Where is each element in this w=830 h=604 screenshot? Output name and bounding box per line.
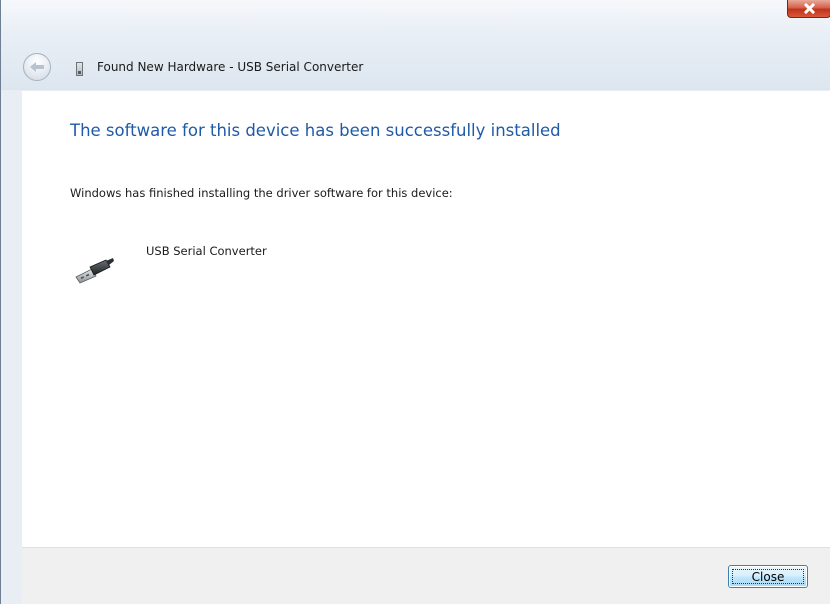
status-message: Windows has finished installing the driv… <box>70 186 453 200</box>
close-button-label: Close <box>751 569 785 584</box>
window-close-button[interactable] <box>787 0 830 18</box>
button-bar: Close <box>22 547 830 604</box>
dialog-window: Found New Hardware - USB Serial Converte… <box>0 0 830 604</box>
close-icon <box>802 3 816 14</box>
back-arrow-icon <box>30 61 44 73</box>
content-area: The software for this device has been su… <box>22 91 830 547</box>
page-heading: The software for this device has been su… <box>70 121 561 140</box>
back-button[interactable] <box>23 53 51 81</box>
hardware-icon <box>76 62 83 76</box>
usb-connector-icon <box>75 258 114 284</box>
close-button[interactable]: Close <box>728 565 808 588</box>
window-title: Found New Hardware - USB Serial Converte… <box>97 60 364 74</box>
title-bar: Found New Hardware - USB Serial Converte… <box>1 0 830 90</box>
device-name: USB Serial Converter <box>146 244 267 258</box>
